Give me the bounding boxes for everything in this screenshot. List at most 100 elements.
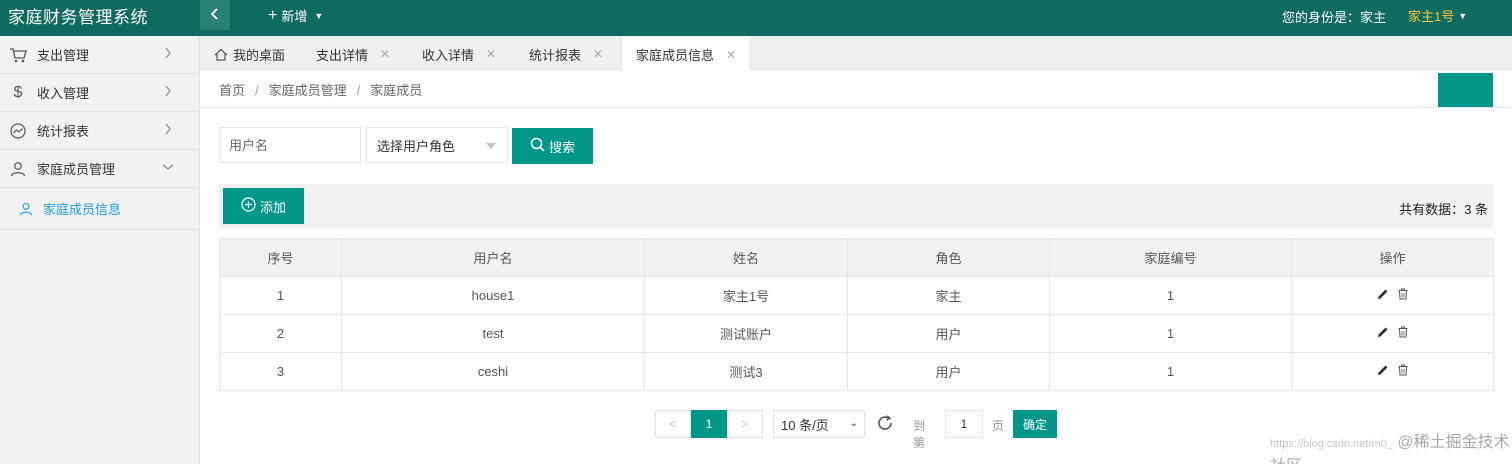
cell-username: test [341,314,645,353]
table-row: 2 test 测试账户 用户 1 [219,314,1494,353]
edit-icon[interactable] [1377,364,1389,376]
sidebar-item-label: 支出管理 [37,48,90,63]
cell-family-id: 1 [1049,314,1292,353]
goto-label: 到第 [913,419,926,450]
next-page-button[interactable]: > [727,410,763,438]
search-button-label: 搜索 [548,139,575,155]
main-content: 首页 / 家庭成员管理 / 家庭成员 选择用户角色 搜索 添加 共有数据：3 条 序号 … [200,70,1512,464]
column-header: 用户名 [341,238,645,277]
sidebar: 支出管理 $ 收入管理 统计报表 家庭成员管理 家庭成员信息 [0,36,200,464]
sidebar-item-label: 收入管理 [37,86,90,101]
close-icon[interactable]: ✕ [726,48,736,62]
identity-label: 您的身份是：家主 [1282,10,1387,25]
caret-down-icon: ▼ [314,10,324,21]
user-menu[interactable]: 家主1号 ▼ [1408,6,1467,25]
tab-label: 我的桌面 [233,47,286,63]
user-icon [8,159,28,179]
prev-page-button[interactable]: < [655,410,691,438]
search-icon [530,137,545,155]
table-row: 3 ceshi 测试3 用户 1 [219,352,1494,391]
chevron-right-icon [162,47,174,59]
table-row: 1 house1 家主1号 家主 1 [219,276,1494,315]
edit-icon[interactable] [1377,326,1389,338]
user-name-label: 家主1号 [1408,9,1455,24]
trash-icon[interactable] [1397,364,1409,376]
cell-name: 测试账户 [644,314,848,353]
role-select[interactable]: 选择用户角色 [366,127,508,163]
cell-family-id: 1 [1049,276,1292,315]
tab-label: 统计报表 [529,47,582,63]
close-icon[interactable]: ✕ [486,47,496,61]
sidebar-item-family-members[interactable]: 家庭成员管理 [0,150,199,188]
chevron-right-icon [162,85,174,97]
sidebar-item-expense[interactable]: 支出管理 [0,36,199,74]
plus-icon: + [268,6,278,24]
cell-username: ceshi [341,352,645,391]
breadcrumb-family-management[interactable]: 家庭成员管理 [269,83,347,98]
cell-actions [1291,352,1494,391]
username-search-input[interactable] [219,127,361,163]
tab-label: 收入详情 [422,47,475,63]
search-button[interactable]: 搜索 [512,128,593,164]
sidebar-item-reports[interactable]: 统计报表 [0,112,199,150]
breadcrumb-home[interactable]: 首页 [219,83,245,98]
tab-my-desktop[interactable]: 我的桌面 [214,38,285,70]
cell-index: 2 [219,314,342,353]
chart-icon [8,121,28,141]
close-icon[interactable]: ✕ [380,47,390,61]
cell-actions [1291,276,1494,315]
column-header: 家庭编号 [1049,238,1292,277]
cell-actions [1291,314,1494,353]
table-toolbar: 添加 共有数据：3 条 [219,184,1493,229]
tab-income-details[interactable]: 收入详情 ✕ [422,38,496,70]
refresh-button[interactable] [1438,73,1493,107]
dollar-icon: $ [13,83,23,101]
total-count: 共有数据：3 条 [1399,202,1488,217]
home-icon [214,48,228,61]
tab-reports[interactable]: 统计报表 ✕ [529,38,603,70]
dropdown-arrow-icon [486,143,496,149]
trash-icon[interactable] [1397,288,1409,300]
current-page-button[interactable]: 1 [691,410,727,438]
members-table: 序号 用户名 姓名 角色 家庭编号 操作 1 house1 家主1号 家主 1 [219,238,1494,391]
page-size-value: 10 条/页 [781,417,829,433]
column-header: 序号 [219,238,342,277]
cell-role: 用户 [847,314,1050,353]
sidebar-subitem-member-info[interactable]: 家庭成员信息 [0,188,199,230]
edit-icon[interactable] [1377,288,1389,300]
page-unit-label: 页 [992,419,1005,433]
cart-icon [8,45,28,65]
cell-name: 家主1号 [644,276,848,315]
app-title: 家庭财务管理系统 [8,8,148,27]
tab-family-member-info[interactable]: 家庭成员信息 ✕ [621,38,752,71]
add-new-label: 新增 [281,9,308,24]
column-header: 操作 [1291,238,1494,277]
table-header-row: 序号 用户名 姓名 角色 家庭编号 操作 [219,238,1494,277]
cell-role: 家主 [847,276,1050,315]
trash-icon[interactable] [1397,326,1409,338]
tab-label: 支出详情 [316,47,369,63]
sidebar-item-label: 家庭成员管理 [37,162,116,177]
sidebar-item-income[interactable]: $ 收入管理 [0,74,199,112]
sidebar-subitem-label: 家庭成员信息 [43,202,122,217]
top-header: 家庭财务管理系统 + 新增 ▼ 您的身份是：家主 家主1号 ▼ [0,0,1512,36]
confirm-page-button[interactable]: 确定 [1013,410,1057,438]
goto-page-input[interactable]: 1 [945,410,983,438]
add-member-label: 添加 [259,199,286,215]
cell-index: 1 [219,276,342,315]
refresh-icon[interactable] [876,414,896,434]
role-select-value: 选择用户角色 [377,138,456,154]
page-size-select[interactable]: 10 条/页 ⌄ [773,410,865,438]
collapse-sidebar-button[interactable] [200,0,230,30]
tab-expense-details[interactable]: 支出详情 ✕ [316,38,390,70]
watermark: https://blog.csdn.net/m0_ @稀土掘金技术社区 [1270,428,1512,464]
cell-username: house1 [341,276,645,315]
watermark-url: https://blog.csdn.net/m0_ [1270,438,1393,450]
cell-role: 用户 [847,352,1050,391]
tab-bar: 我的桌面 支出详情 ✕ 收入详情 ✕ 统计报表 ✕ 家庭成员信息 ✕ [200,36,1512,71]
close-icon[interactable]: ✕ [593,47,603,61]
caret-down-icon: ▼ [1458,10,1468,21]
add-member-button[interactable]: 添加 [223,188,304,224]
sidebar-item-label: 统计报表 [37,124,90,139]
add-new-menu[interactable]: + 新增 ▼ [268,6,323,25]
